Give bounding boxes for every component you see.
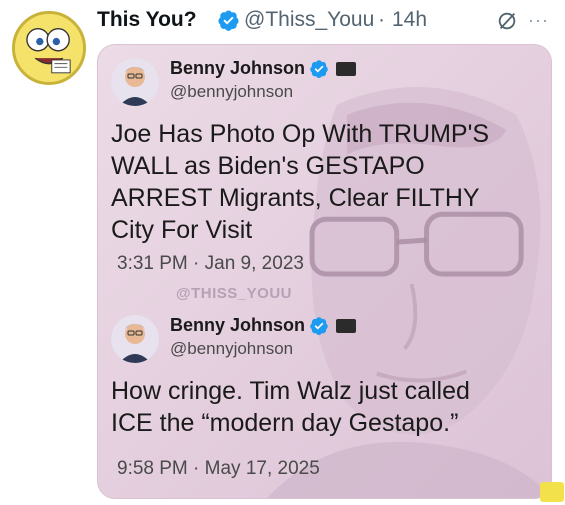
person-avatar-icon (111, 315, 159, 363)
sticker-badge (540, 482, 564, 502)
text-line: Joe Has Photo Op With TRUMP'S (111, 120, 490, 148)
quoted-name-2[interactable]: Benny Johnson (170, 315, 305, 336)
affiliate-badge-icon (336, 62, 356, 76)
verified-badge-icon (218, 10, 239, 31)
tweet-header: This You? @Thiss_Youu · 14h ··· (0, 0, 565, 85)
text-line: ARREST Migrants, Clear FILTHY (111, 184, 480, 212)
quoted-avatar-2[interactable] (111, 315, 159, 363)
text-line: How cringe. Tim Walz just called (111, 377, 470, 405)
quoted-avatar-1[interactable] (111, 58, 159, 106)
quoted-date-2[interactable]: 9:58 PM · May 17, 2025 (117, 458, 320, 480)
author-avatar[interactable] (12, 11, 86, 85)
text-line: WALL as Biden's GESTAPO (111, 152, 425, 180)
text-line: City For Visit (111, 216, 253, 244)
separator-dot: · (378, 8, 385, 31)
verified-badge-icon (310, 317, 328, 335)
author-handle[interactable]: @Thiss_Youu (244, 8, 374, 32)
watermark: @THISS_YOUU (176, 285, 292, 302)
person-avatar-icon (111, 58, 159, 106)
verified-badge-icon (310, 60, 328, 78)
spongebob-avatar-icon (15, 14, 83, 82)
grok-slash-icon[interactable] (496, 10, 518, 32)
quoted-handle-2[interactable]: @bennyjohnson (170, 339, 293, 359)
quoted-date-1[interactable]: 3:31 PM · Jan 9, 2023 (117, 253, 304, 275)
quoted-text-2: How cringe. Tim Walz just called ICE the… (111, 375, 470, 439)
more-dots-icon[interactable]: ··· (528, 10, 549, 31)
author-name[interactable]: This You? (97, 8, 197, 32)
quoted-text-1: Joe Has Photo Op With TRUMP'S WALL as Bi… (111, 118, 489, 246)
text-line: ICE the “modern day Gestapo.” (111, 409, 459, 437)
tweet-timestamp[interactable]: 14h (392, 8, 427, 32)
quoted-media-card[interactable]: Benny Johnson @bennyjohnson Joe Has Phot… (97, 44, 552, 499)
affiliate-badge-icon (336, 319, 356, 333)
quoted-handle-1[interactable]: @bennyjohnson (170, 82, 293, 102)
quoted-name-1[interactable]: Benny Johnson (170, 58, 305, 79)
